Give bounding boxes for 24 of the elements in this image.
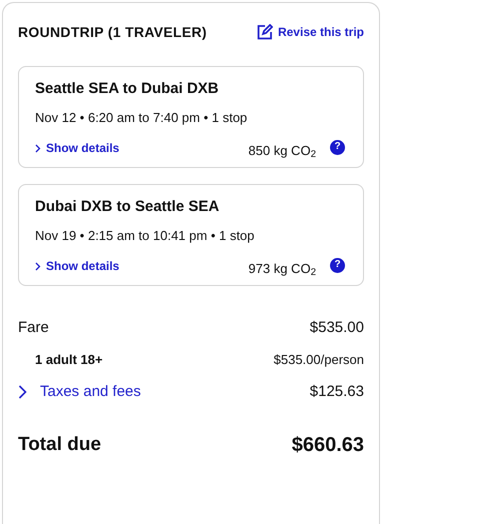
- help-button[interactable]: ?: [330, 258, 345, 273]
- total-label: Total due: [18, 432, 102, 457]
- flight-schedule: Nov 12 • 6:20 am to 7:40 pm • 1 stop: [35, 109, 248, 127]
- price-amount: $535.00: [310, 318, 364, 338]
- show-details-link[interactable]: Show details: [35, 257, 120, 276]
- taxes-fees-link[interactable]: Taxes and fees: [18, 380, 141, 404]
- total-amount: $660.63: [292, 433, 364, 458]
- flight-schedule: Nov 19 • 2:15 am to 10:41 pm • 1 stop: [35, 227, 256, 245]
- edit-icon: [256, 24, 273, 40]
- flight-route: Seattle SEA to Dubai DXB: [35, 79, 220, 99]
- fare-label: Fare: [18, 318, 49, 338]
- chevron-right-icon: [18, 385, 27, 399]
- co2-emissions: 850 kg CO$_{2}$: [248, 142, 316, 160]
- price-amount: $125.63: [310, 382, 364, 402]
- chevron-right-icon: [35, 144, 41, 153]
- trip-title: ROUNDTRIP (1 TRAVELER): [18, 22, 207, 42]
- traveler-label: 1 adult 18+: [34, 351, 103, 370]
- show-details-link[interactable]: Show details: [35, 139, 120, 158]
- flight-route: Dubai DXB to Seattle SEA: [35, 197, 220, 217]
- revise-trip-link[interactable]: Revise this trip: [256, 23, 364, 41]
- help-button[interactable]: ?: [330, 140, 345, 155]
- chevron-right-icon: [35, 262, 41, 271]
- co2-emissions: 973 kg CO$_{2}$: [248, 260, 316, 278]
- price-amount: $535.00/person: [274, 351, 364, 370]
